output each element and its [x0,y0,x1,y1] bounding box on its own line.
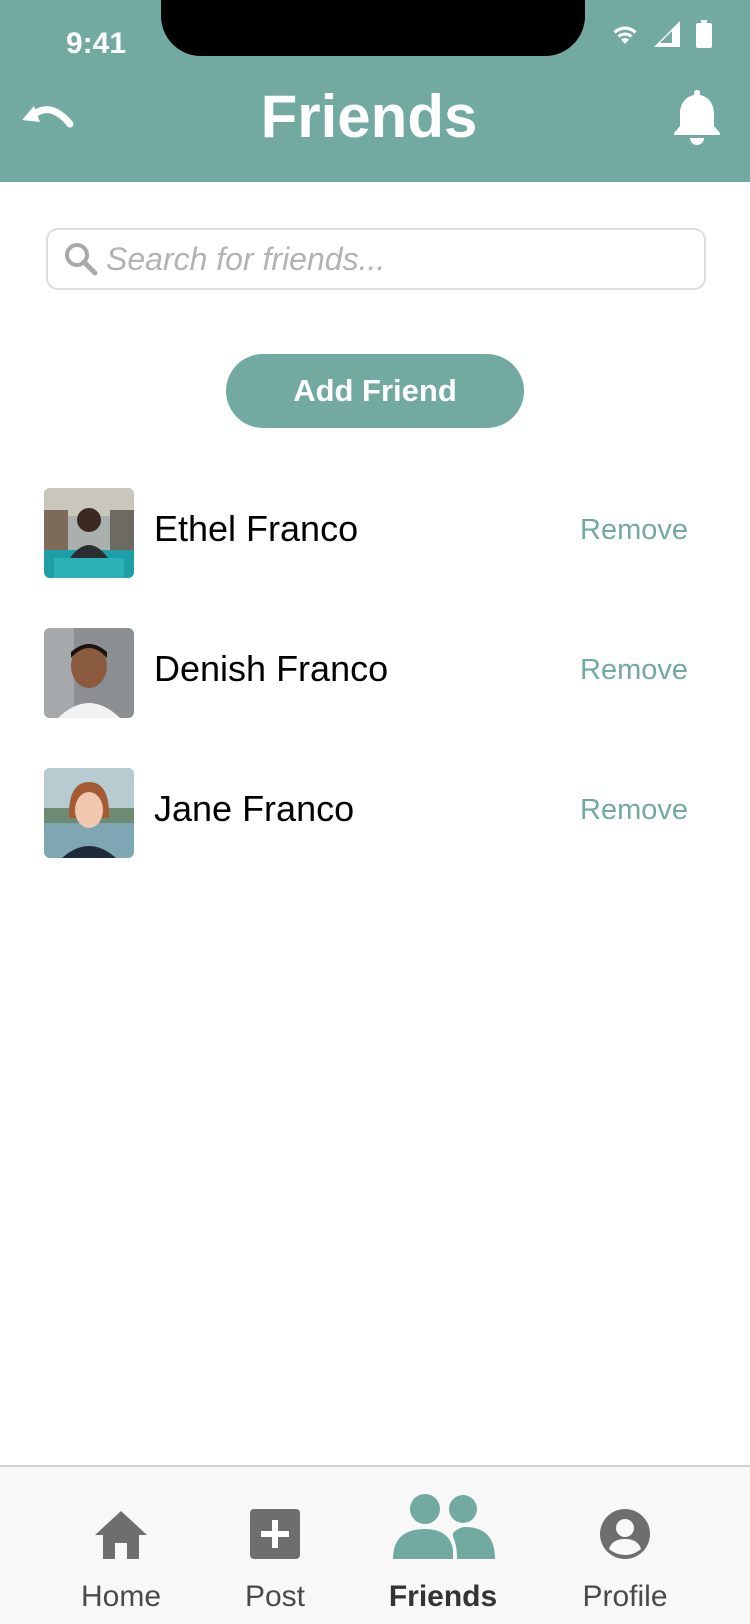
wifi-icon [613,26,637,44]
nav-label: Profile [582,1580,668,1613]
friend-name: Denish Franco [154,648,389,689]
friend-name: Jane Franco [154,788,355,829]
avatar [44,768,134,858]
nav-item-friends[interactable]: Friends [380,1467,506,1613]
nav-item-post[interactable]: Post [230,1467,320,1613]
list-item: Denish Franco Remove [44,628,706,718]
device-notch [161,0,585,56]
avatar [44,628,134,718]
bell-icon[interactable] [670,86,724,146]
search-bar[interactable] [46,228,706,290]
cellular-signal-icon [654,21,680,47]
add-friend-button[interactable]: Add Friend [226,354,524,428]
battery-icon [696,20,712,48]
nav-item-home[interactable]: Home [70,1467,172,1613]
remove-button[interactable]: Remove [580,514,688,547]
user-circle-icon [600,1509,650,1559]
plus-square-icon [250,1509,300,1559]
remove-button[interactable]: Remove [580,654,688,687]
status-icons [610,20,712,48]
search-icon [65,243,98,276]
status-time: 9:41 [66,27,127,60]
bottom-nav: Home Post Friends Profile [0,1465,750,1624]
friend-name: Ethel Franco [154,508,359,549]
avatar [44,488,134,578]
search-input[interactable] [106,230,704,288]
nav-item-profile[interactable]: Profile [570,1467,680,1613]
nav-label: Post [244,1580,306,1613]
page-title: Friends [260,83,478,150]
home-icon [95,1511,147,1559]
nav-label: Home [80,1580,162,1613]
remove-button[interactable]: Remove [580,794,688,827]
list-item: Jane Franco Remove [44,768,706,858]
list-item: Ethel Franco Remove [44,488,706,578]
nav-label: Friends [388,1580,498,1613]
people-icon [393,1494,495,1559]
app-header: 9:41 Friends [0,0,750,182]
